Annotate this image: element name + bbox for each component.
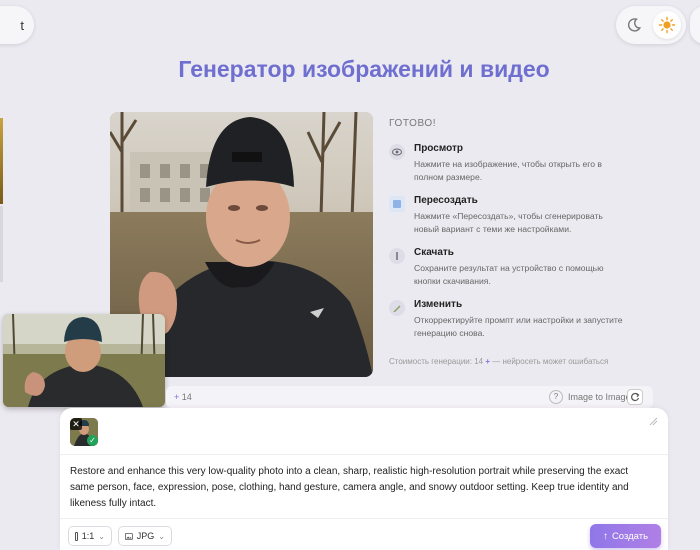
- previous-result-thumbnail[interactable]: [0, 118, 3, 204]
- create-button[interactable]: ↑ Создать: [590, 524, 661, 548]
- check-icon: ✓: [87, 435, 98, 446]
- profile-pill[interactable]: [690, 6, 700, 44]
- sun-icon: [658, 16, 676, 34]
- step-desc: Откорректируйте промпт или настройки и з…: [414, 315, 623, 338]
- result-info-panel: ГОТОВО! Просмотр Нажмите на изображение,…: [389, 118, 629, 366]
- prompt-composer: ✕ ✓ Restore and enhance this very low-qu…: [60, 408, 668, 550]
- previous-result-thumbnail[interactable]: [0, 206, 3, 282]
- step-desc: Нажмите «Пересоздать», чтобы сгенерирова…: [414, 211, 603, 234]
- step-download: Скачать Сохраните результат на устройств…: [389, 247, 629, 287]
- moon-icon[interactable]: [626, 17, 642, 33]
- credit-icon: +: [174, 392, 180, 402]
- image-icon: [125, 532, 133, 540]
- step-title: Изменить: [414, 299, 463, 310]
- step-desc: Сохраните результат на устройство с помо…: [414, 263, 604, 286]
- menu-pill-label: t: [20, 17, 24, 33]
- result-toolbar: + 14 ? Image to Image: [166, 386, 653, 408]
- sun-button[interactable]: [653, 11, 681, 39]
- prompt-input[interactable]: Restore and enhance this very low-qualit…: [70, 464, 630, 512]
- format-value: JPG: [136, 531, 155, 541]
- help-icon[interactable]: ?: [549, 390, 563, 404]
- create-button-label: Создать: [611, 530, 649, 542]
- pencil-icon: [389, 300, 405, 316]
- regenerate-icon: [389, 196, 405, 212]
- step-title: Скачать: [414, 247, 454, 258]
- remove-attachment-icon[interactable]: ✕: [70, 418, 82, 430]
- credit-icon: +: [485, 357, 490, 366]
- chevron-down-icon: ⌄: [98, 531, 105, 541]
- source-portrait: [3, 314, 165, 407]
- ready-label: ГОТОВО!: [389, 118, 437, 129]
- divider: [60, 518, 668, 519]
- arrow-up-icon: ↑: [602, 530, 608, 542]
- credit-count-value: 14: [181, 392, 192, 402]
- eye-icon: [389, 144, 405, 160]
- aspect-ratio-value: 1:1: [81, 531, 95, 541]
- cost-suffix: — нейросеть может ошибаться: [492, 357, 609, 366]
- mode-label: Image to Image: [568, 392, 631, 402]
- resize-grip-icon[interactable]: [648, 416, 658, 426]
- page-title: Генератор изображений и видео: [178, 56, 550, 82]
- aspect-ratio-select[interactable]: 1:1 ⌄: [68, 526, 112, 546]
- download-icon: [389, 248, 405, 264]
- step-title: Просмотр: [414, 143, 463, 154]
- step-view: Просмотр Нажмите на изображение, чтобы о…: [389, 143, 629, 183]
- cost-prefix: Стоимость генерации: 14: [389, 357, 484, 366]
- theme-toggle[interactable]: [616, 6, 686, 44]
- generation-cost: Стоимость генерации: 14 + — нейросеть мо…: [389, 357, 629, 366]
- credit-count: + 14: [174, 392, 192, 402]
- format-select[interactable]: JPG ⌄: [118, 526, 172, 546]
- regenerate-button[interactable]: [627, 389, 643, 405]
- divider: [60, 454, 668, 455]
- menu-pill[interactable]: t: [0, 6, 34, 44]
- source-image-thumbnail[interactable]: [3, 314, 165, 407]
- step-regenerate: Пересоздать Нажмите «Пересоздать», чтобы…: [389, 195, 629, 235]
- attached-image[interactable]: ✕ ✓: [70, 418, 98, 446]
- chevron-down-icon: ⌄: [158, 531, 165, 541]
- step-title: Пересоздать: [414, 195, 478, 206]
- step-edit: Изменить Откорректируйте промпт или наст…: [389, 299, 629, 339]
- refresh-icon: [631, 392, 640, 402]
- step-desc: Нажмите на изображение, чтобы открыть ег…: [414, 159, 602, 182]
- square-icon: [75, 531, 78, 541]
